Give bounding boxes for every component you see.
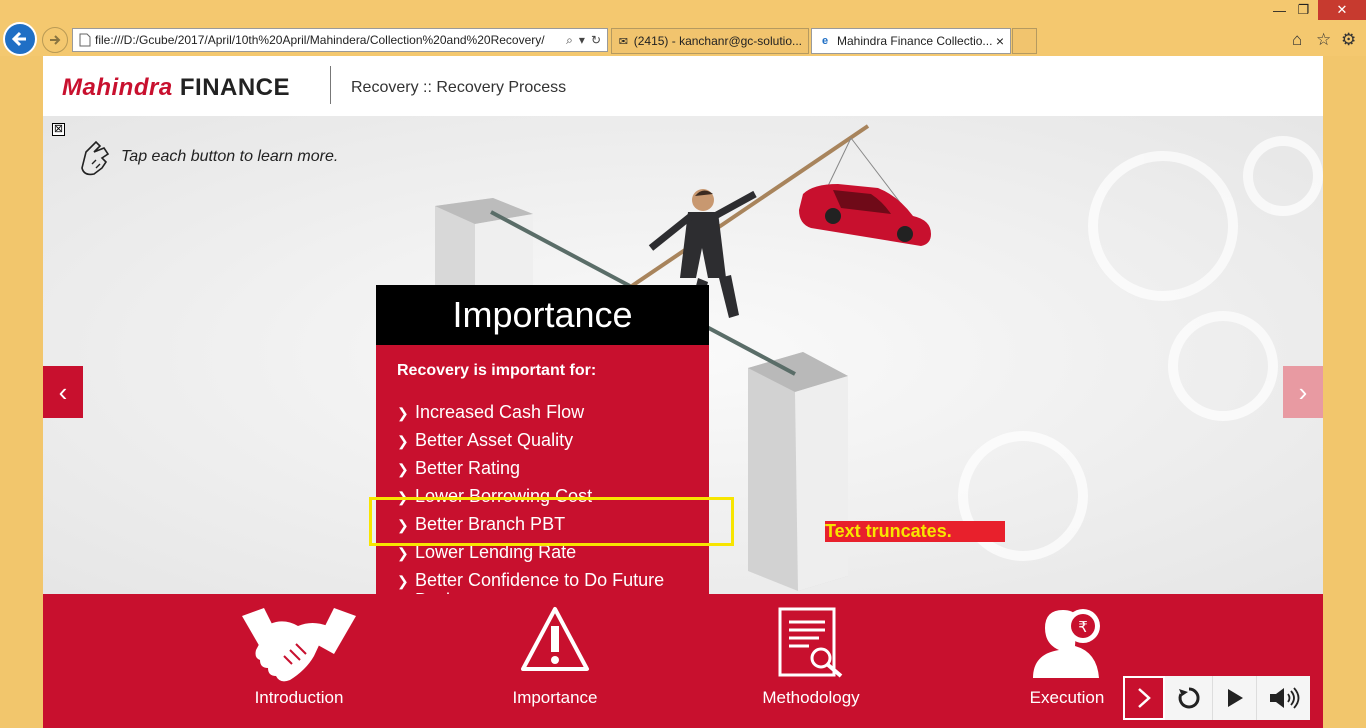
nav-label: Introduction [254,688,344,707]
replay-button[interactable] [1165,676,1213,720]
nav-methodology[interactable]: Methodology [731,594,891,728]
sound-button[interactable] [1257,676,1310,720]
ie-icon: e [821,35,829,47]
gear-icon[interactable]: ⚙ [1341,30,1356,50]
app-header: Mahindra FINANCE Recovery :: Recovery Pr… [43,56,1323,116]
chevron-right-icon [1138,688,1151,708]
home-icon[interactable]: ⌂ [1292,30,1302,50]
play-button[interactable] [1213,676,1257,720]
address-text: file:///D:/Gcube/2017/April/10th%20April… [95,33,545,47]
minimize-button[interactable]: — [1266,0,1293,20]
page-icon [79,33,91,47]
document-search-icon [778,607,843,678]
prev-slide-button[interactable]: ‹ [43,366,83,418]
logo-mahindra: Mahindra [62,74,173,101]
list-item: ❯ Increased Cash Flow [397,399,688,427]
dropdown-icon[interactable]: ▾ [579,33,585,48]
forward-arrow-icon [50,35,61,45]
nav-importance[interactable]: Importance [475,594,635,728]
replay-icon [1178,687,1200,709]
warning-icon [521,607,589,671]
forward-button[interactable] [42,27,68,53]
tab-mail[interactable]: ✉ (2415) - kanchanr@gc-solutio... [611,28,809,54]
back-arrow-icon [11,31,26,47]
speaker-icon [1269,687,1299,709]
header-divider [330,66,331,104]
next-slide-button[interactable]: › [1283,366,1323,418]
close-icon[interactable]: ⊠ [52,123,65,136]
chevron-right-icon: ❯ [397,461,409,477]
favorites-icon[interactable]: ☆ [1316,30,1331,50]
mail-icon: ✉ [618,35,628,48]
new-tab-button[interactable] [1012,28,1037,54]
truncation-highlight [369,497,734,546]
tab-label: (2415) - kanchanr@gc-solutio... [633,34,802,48]
page-title: Recovery :: Recovery Process [351,79,567,96]
player-controls [1123,676,1310,720]
nav-label: Importance [512,688,598,707]
logo-finance: FINANCE [179,74,291,101]
close-tab-icon[interactable]: × [996,33,1004,49]
back-button[interactable] [3,22,37,56]
svg-text:₹: ₹ [1078,618,1088,636]
list-item: ❯ Better Rating [397,455,688,483]
panel-intro: Recovery is important for: [397,362,597,379]
rupee-gear-person-icon: ₹ [1033,609,1100,678]
close-window-button[interactable]: ✕ [1318,0,1366,20]
chevron-right-icon: ❯ [397,405,409,421]
search-icon[interactable]: ⌕ [566,33,573,48]
chevron-right-icon: ❯ [397,573,409,589]
list-item: ❯Better Confidence to Do Future Business [397,567,688,594]
instruction-text: Tap each button to learn more. [121,148,339,165]
app-viewport: Mahindra FINANCE Recovery :: Recovery Pr… [43,56,1323,728]
browser-chrome: file:///D:/Gcube/2017/April/10th%20April… [0,0,1366,56]
play-icon [1227,689,1243,707]
tap-hand-icon [81,140,110,176]
panel-title: Importance [376,285,709,345]
nav-introduction[interactable]: Introduction [219,594,379,728]
importance-panel: Recovery is important for: ❯ Increased Ca… [376,345,709,594]
annotation-note: Text truncates. [825,521,1005,542]
handshake-icon [242,608,356,682]
tab-label: Mahindra Finance Collectio... [837,34,993,48]
refresh-icon[interactable]: ↻ [591,33,601,48]
list-item: ❯ Better Asset Quality [397,427,688,455]
restore-button[interactable]: ❐ [1290,0,1317,20]
next-button[interactable] [1123,676,1165,720]
nav-label: Methodology [762,688,860,707]
tab-mahindra[interactable]: e Mahindra Finance Collectio... × [811,28,1011,54]
bottom-nav: Introduction Importance Methodology ₹ Ex… [43,594,1323,728]
mahindra-logo: Mahindra FINANCE [62,74,290,102]
chevron-right-icon: ❯ [397,433,409,449]
address-bar[interactable]: file:///D:/Gcube/2017/April/10th%20April… [72,28,608,52]
